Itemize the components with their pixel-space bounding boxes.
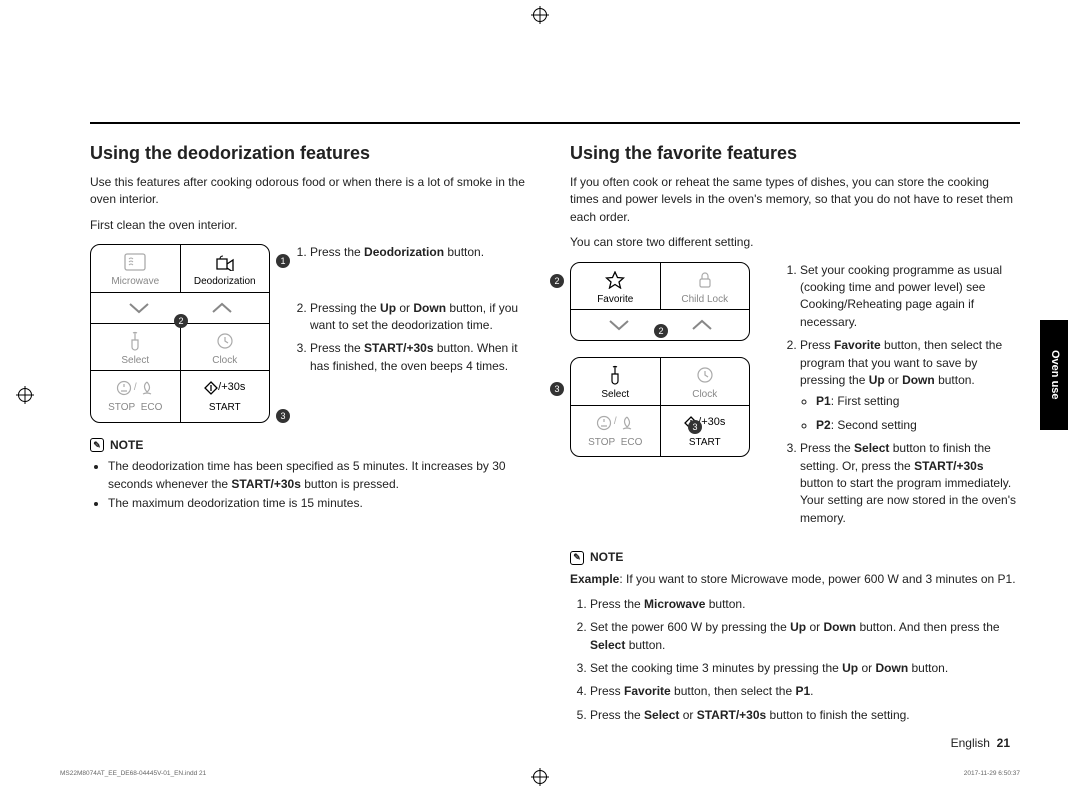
panel-stop-label: STOP	[108, 402, 135, 413]
star-icon	[605, 271, 625, 289]
panel-microwave-label: Microwave	[111, 276, 159, 287]
panel-plus30: /+30s	[218, 380, 245, 396]
right-step-2: Press Favorite button, then select the p…	[800, 337, 1020, 434]
left-note-heading: ✎ NOTE	[90, 437, 540, 454]
right-steps: Set your cooking programme as usual (coo…	[780, 262, 1020, 527]
stop-icon	[596, 415, 612, 431]
registration-mark-top	[533, 8, 547, 22]
callout-badge-r2a: 2	[550, 274, 564, 288]
page-footer: English 21	[951, 735, 1010, 752]
panel-select-label: Select	[121, 355, 149, 366]
micro-footer-right: 2017-11-29 6:50:37	[964, 769, 1020, 778]
panel-stop2-label: STOP	[588, 437, 615, 448]
control-panel-deodorization: Microwave Deodorization	[90, 244, 270, 423]
left-intro: Use this features after cooking odorous …	[90, 174, 540, 209]
footer-language: English	[951, 736, 990, 750]
callout-badge-r3a: 3	[550, 382, 564, 396]
panel-start-cell: /+30s START	[180, 371, 270, 422]
panel-childlock-cell: Child Lock	[660, 263, 750, 310]
right-step-3: Press the Select button to finish the se…	[800, 440, 1020, 527]
right-step2-sub: P1: First setting P2: Second setting	[800, 393, 1020, 434]
right-example: Example: If you want to store Microwave …	[570, 571, 1020, 588]
right-ex-5: Press the Select or START/+30s button to…	[590, 707, 1020, 724]
side-tab: Oven use	[1040, 320, 1068, 430]
panel-stop2-cell: / STOP ECO	[571, 406, 660, 457]
panel-plus302: /+30s	[698, 415, 725, 431]
eco-icon	[619, 415, 635, 431]
chevron-up-icon	[210, 301, 234, 315]
callout-badge-r2b: 2	[654, 324, 668, 338]
left-note-list: The deodorization time has been specifie…	[90, 458, 540, 512]
microwave-icon	[124, 253, 146, 271]
panel-select2-label: Select	[601, 389, 629, 400]
panel-deodorization-cell: Deodorization	[180, 245, 270, 292]
left-note-2: The maximum deodorization time is 15 min…	[108, 495, 540, 512]
panel-start2-cell: /+30s START	[660, 406, 750, 457]
callout-badge-1: 1	[276, 254, 290, 268]
panel-start2-label: START	[689, 437, 721, 448]
right-example-steps: Press the Microwave button. Set the powe…	[570, 596, 1020, 724]
footer-page-number: 21	[997, 736, 1010, 750]
hand-tap-icon	[606, 365, 624, 385]
clock-icon	[696, 366, 714, 384]
note-icon: ✎	[570, 551, 584, 565]
eco-icon	[139, 380, 155, 396]
panel-stop-eco-cell: / STOP ECO	[91, 371, 180, 422]
callout-badge-r3b: 3	[688, 420, 702, 434]
right-step-1: Set your cooking programme as usual (coo…	[800, 262, 1020, 332]
right-heading: Using the favorite features	[570, 140, 1020, 166]
chevron-down-icon	[607, 318, 631, 332]
panel-select2-cell: Select	[571, 358, 660, 405]
micro-footer: MS22M8074AT_EE_DE68-04445V-01_EN.indd 21…	[60, 769, 1020, 778]
panel-eco2-label: ECO	[621, 437, 643, 448]
left-prep: First clean the oven interior.	[90, 217, 540, 234]
right-ex-2: Set the power 600 W by pressing the Up o…	[590, 619, 1020, 654]
panel-clock2-label: Clock	[692, 389, 717, 400]
panel-microwave-cell: Microwave	[91, 245, 180, 292]
micro-footer-left: MS22M8074AT_EE_DE68-04445V-01_EN.indd 21	[60, 769, 206, 778]
top-rule	[90, 122, 1020, 124]
right-sub: You can store two different setting.	[570, 234, 1020, 251]
panel-eco-label: ECO	[141, 402, 163, 413]
chevron-up-icon	[690, 318, 714, 332]
left-heading: Using the deodorization features	[90, 140, 540, 166]
panel-deod-label: Deodorization	[194, 276, 256, 287]
panel-select-cell: Select	[91, 324, 180, 371]
hand-tap-icon	[126, 331, 144, 351]
left-note-1: The deodorization time has been specifie…	[108, 458, 540, 493]
left-step-3: Press the START/+30s button. When it has…	[310, 340, 540, 375]
diamond-start-icon	[204, 381, 218, 395]
left-column: Using the deodorization features Use thi…	[90, 140, 540, 732]
control-panel-select: Select Clock /	[570, 357, 750, 457]
left-steps-1: Press the Deodorization button.	[290, 244, 540, 261]
panel-childlock-label: Child Lock	[681, 294, 728, 305]
registration-mark-left	[18, 388, 32, 402]
left-note-label: NOTE	[110, 437, 143, 454]
panel-favorite-label: Favorite	[597, 294, 633, 305]
right-column: Using the favorite features If you often…	[570, 140, 1020, 732]
panel-clock-label: Clock	[212, 355, 237, 366]
left-steps-2: Pressing the Up or Down button, if you w…	[290, 300, 540, 376]
panel-clock-cell: Clock	[180, 324, 270, 371]
right-note-heading: ✎ NOTE	[570, 549, 1020, 566]
chevron-down-icon	[127, 301, 151, 315]
callout-badge-3: 3	[276, 409, 290, 423]
right-ex-3: Set the cooking time 3 minutes by pressi…	[590, 660, 1020, 677]
stop-icon	[116, 380, 132, 396]
panel-clock2-cell: Clock	[660, 358, 750, 405]
deodorization-icon	[214, 253, 236, 271]
left-step-1: Press the Deodorization button.	[310, 244, 540, 261]
right-ex-1: Press the Microwave button.	[590, 596, 1020, 613]
clock-icon	[216, 332, 234, 350]
panel-favorite-cell: Favorite	[571, 263, 660, 310]
note-icon: ✎	[90, 438, 104, 452]
right-note-label: NOTE	[590, 549, 623, 566]
right-ex-4: Press Favorite button, then select the P…	[590, 683, 1020, 700]
left-step-2: Pressing the Up or Down button, if you w…	[310, 300, 540, 335]
lock-icon	[698, 271, 712, 289]
panel-start-label: START	[209, 402, 241, 413]
right-intro: If you often cook or reheat the same typ…	[570, 174, 1020, 226]
